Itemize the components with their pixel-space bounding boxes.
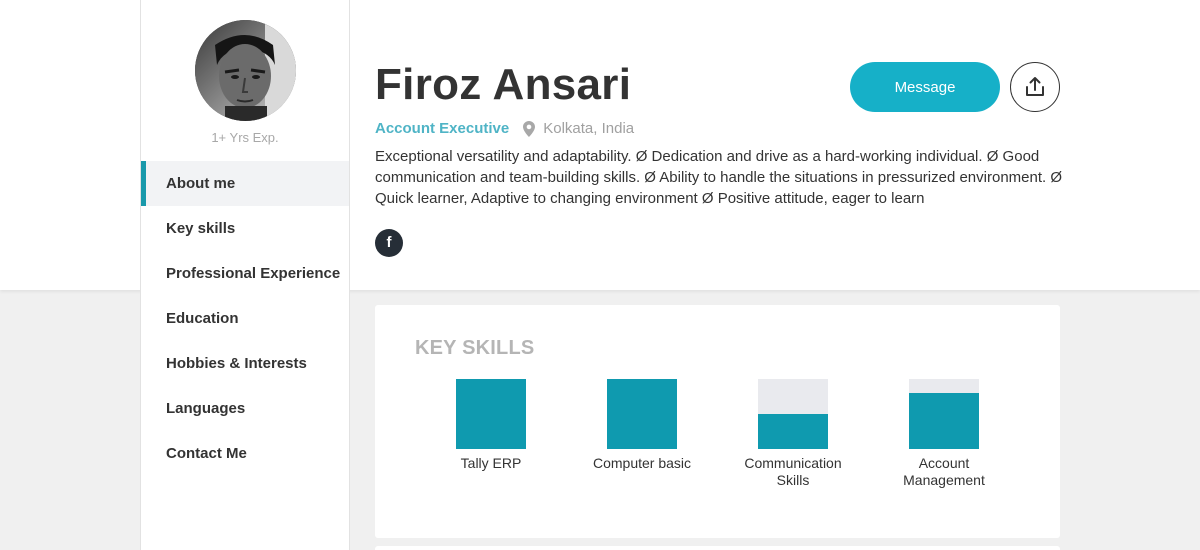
avatar-photo: [195, 20, 296, 121]
sidebar-item-about-me[interactable]: About me: [141, 161, 349, 206]
share-button[interactable]: [1010, 62, 1060, 112]
skill-item: Communication Skills: [728, 379, 858, 489]
skill-meter: [909, 379, 979, 449]
sidebar-item-contact-me[interactable]: Contact Me: [141, 431, 349, 476]
profile-bio: Exceptional versatility and adaptability…: [375, 148, 1063, 207]
skill-label: Communication Skills: [744, 455, 842, 488]
skill-meter-fill: [607, 379, 677, 449]
skill-label: Account Management: [903, 455, 985, 488]
skill-item: Computer basic: [577, 379, 707, 472]
skill-meter-fill: [456, 379, 526, 449]
avatar: [195, 20, 296, 121]
message-button[interactable]: Message: [850, 62, 1000, 112]
job-title: Account Executive: [375, 120, 510, 137]
skill-label: Tally ERP: [460, 455, 522, 471]
skill-meter: [607, 379, 677, 449]
next-section-card: [375, 546, 1060, 550]
skill-meter: [758, 379, 828, 449]
sidebar-item-hobbies[interactable]: Hobbies & Interests: [141, 341, 349, 386]
sidebar-nav: About me Key skills Professional Experie…: [141, 161, 349, 476]
location-pin-icon: [523, 120, 536, 137]
skill-item: Tally ERP: [426, 379, 556, 472]
key-skills-card: KEY SKILLS Tally ERP Computer basic Comm…: [375, 305, 1060, 538]
sidebar: 1+ Yrs Exp. About me Key skills Professi…: [140, 0, 350, 550]
sidebar-item-languages[interactable]: Languages: [141, 386, 349, 431]
skill-meter-fill: [909, 393, 979, 449]
skill-item: Account Management: [879, 379, 1009, 489]
skill-meter-fill: [758, 414, 828, 449]
location-text: Kolkata, India: [543, 120, 635, 137]
experience-label: 1+ Yrs Exp.: [211, 130, 279, 145]
profile-name: Firoz Ansari: [375, 60, 632, 109]
profile-meta: Account Executive Kolkata, India: [375, 120, 634, 137]
share-upload-icon: [1026, 77, 1044, 96]
facebook-icon[interactable]: f: [375, 229, 403, 257]
skill-meter: [456, 379, 526, 449]
sidebar-item-key-skills[interactable]: Key skills: [141, 206, 349, 251]
key-skills-title: KEY SKILLS: [415, 337, 535, 359]
sidebar-item-professional-experience[interactable]: Professional Experience: [141, 251, 349, 296]
sidebar-item-education[interactable]: Education: [141, 296, 349, 341]
skill-label: Computer basic: [592, 455, 692, 471]
